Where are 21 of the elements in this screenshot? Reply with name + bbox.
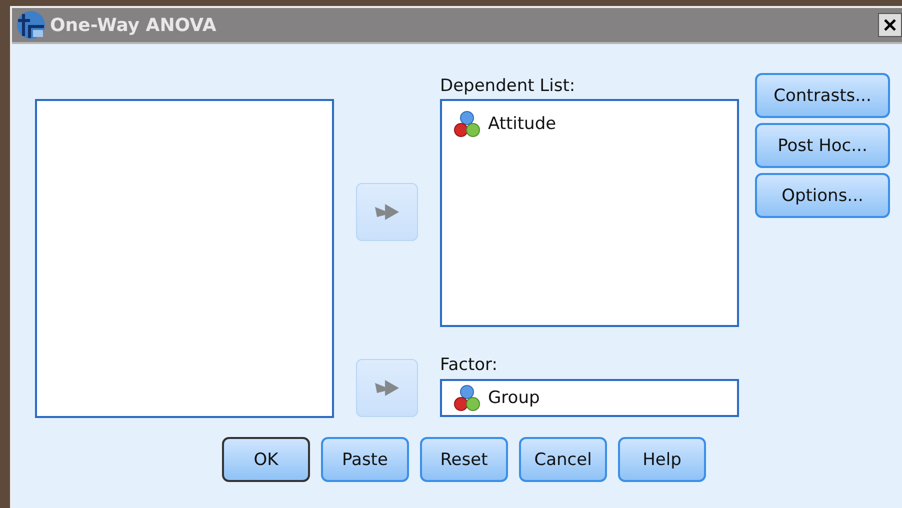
list-label: Dependent List: bbox=[440, 75, 576, 98]
factor-field[interactable]: Group bbox=[440, 379, 739, 417]
dialog-button[interactable]: Contrasts... bbox=[755, 73, 890, 118]
close-icon bbox=[883, 18, 897, 32]
dialog-button[interactable]: Paste bbox=[321, 437, 409, 482]
window-title: One-Way ANOVA bbox=[50, 14, 218, 36]
field-value: Group bbox=[488, 388, 540, 408]
dialog-button[interactable]: OK bbox=[222, 437, 310, 482]
dialog-button[interactable]: Cancel bbox=[519, 437, 607, 482]
list-item[interactable]: Attitude bbox=[488, 114, 556, 134]
variable-listbox[interactable] bbox=[35, 99, 334, 418]
dialog-button[interactable]: Options... bbox=[755, 173, 890, 218]
dialog-button[interactable]: Help bbox=[618, 437, 706, 482]
variable-icon bbox=[452, 109, 482, 139]
field-label: Factor: bbox=[440, 354, 498, 377]
app-icon bbox=[16, 10, 46, 40]
variable-icon bbox=[452, 383, 482, 413]
close-button[interactable] bbox=[878, 13, 902, 37]
dialog-button[interactable]: Post Hoc... bbox=[755, 123, 890, 168]
dependent-listbox[interactable]: Attitude bbox=[440, 99, 739, 327]
dialog-button[interactable]: Reset bbox=[420, 437, 508, 482]
